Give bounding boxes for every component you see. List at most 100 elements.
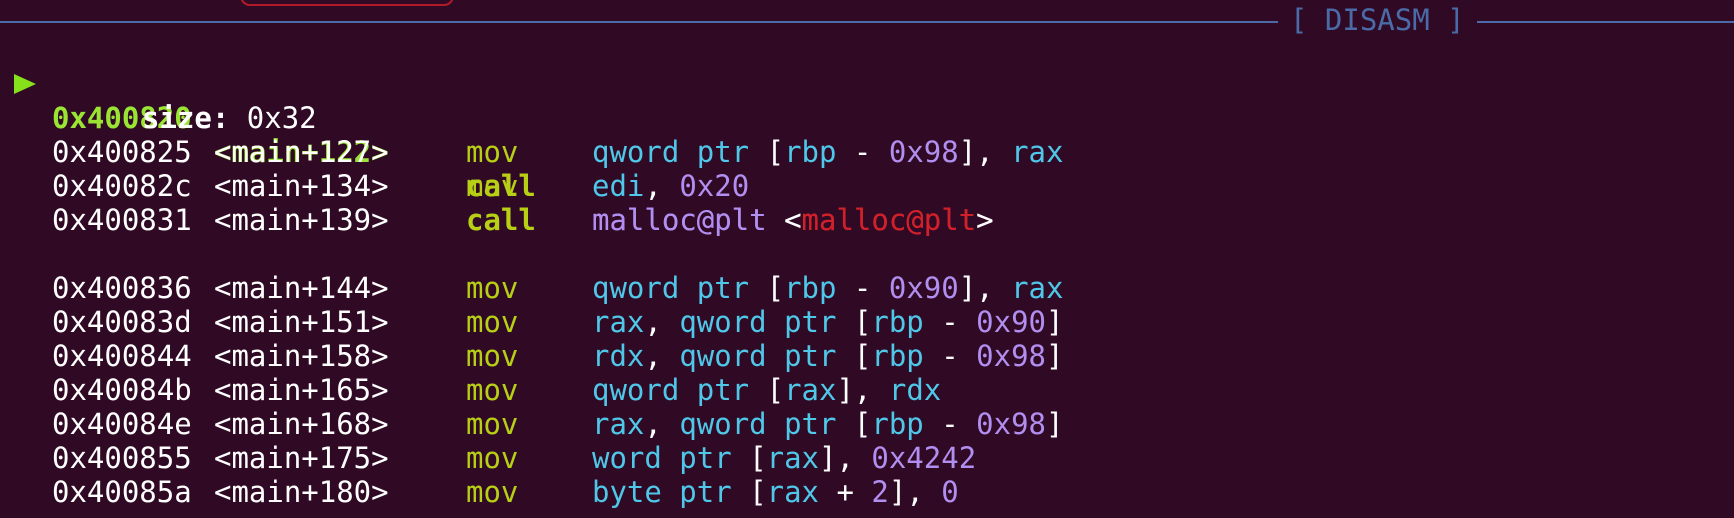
instruction-address: 0x400855 [52, 441, 192, 475]
instruction-mnemonic: mov [466, 305, 519, 339]
operand-token: - [923, 339, 977, 373]
operand-token: 0x90 [888, 271, 959, 305]
instruction-mnemonic: call [466, 203, 536, 237]
operand-token: rax [1011, 271, 1064, 305]
operand-token: ] [1046, 339, 1064, 373]
operand-token: rbp [871, 339, 924, 373]
operand-token: qword ptr [592, 271, 767, 305]
instruction-symbol: <main+127> [214, 135, 389, 169]
operand-token: 0x4242 [871, 441, 977, 475]
instruction-symbol: <main+180> [214, 475, 389, 509]
operand-token: 0 [941, 475, 959, 509]
operand-token: rbp [784, 271, 837, 305]
operand-token: ], [958, 271, 1012, 305]
operand-token: [ [766, 271, 785, 305]
instruction-symbol: <main+151> [214, 305, 389, 339]
instruction-address: 0x400836 [52, 271, 192, 305]
instruction-symbol: <main+158> [214, 339, 389, 373]
instruction-line: 0x40083d <main+151> mov rax, qword ptr [rbp… [0, 305, 1734, 339]
instruction-mnemonic: mov [466, 169, 519, 203]
operand-token: [ [749, 475, 767, 509]
operand-token: ] [1046, 305, 1064, 339]
instruction-operands: edi, 0x20 [592, 169, 749, 203]
operand-token: rdx [888, 373, 942, 407]
instruction-operands: qword ptr [rbp - 0x98], rax [592, 135, 1063, 169]
operand-token: , [644, 169, 680, 203]
operand-token: qword ptr [679, 339, 854, 373]
instruction-line: 0x40084b <main+165> mov qword ptr [rax], rd… [0, 373, 1734, 407]
operand-token: byte ptr [592, 475, 750, 509]
instruction-address: 0x40085a [52, 475, 192, 509]
operand-token: 0x98 [976, 407, 1047, 441]
instruction-symbol: <main+175> [214, 441, 389, 475]
operand-token: rax [592, 407, 645, 441]
arg-label: size: [142, 101, 230, 135]
instruction-mnemonic: mov [466, 373, 519, 407]
instruction-operands: word ptr [rax], 0x4242 [592, 441, 976, 475]
arg-value: 0x32 [246, 101, 317, 135]
operand-token: > [976, 203, 994, 237]
instruction-line: 0x400831 <main+139> call malloc@plt <malloc… [0, 203, 1734, 237]
terminal-window: [ DISASM ] 0x400820 <main+122> call mall… [0, 0, 1734, 518]
operand-token: [ [853, 407, 872, 441]
operand-token: 0x98 [888, 135, 959, 169]
instruction-address: 0x40084b [52, 373, 192, 407]
previous-section-border [240, 0, 454, 6]
operand-token: qword ptr [592, 135, 767, 169]
operand-token: rax [592, 305, 645, 339]
operand-token: edi [592, 169, 645, 203]
instruction-address: 0x40084e [52, 407, 192, 441]
operand-token: [ [749, 441, 767, 475]
instruction-symbol: <main+168> [214, 407, 389, 441]
operand-token: , [644, 407, 680, 441]
operand-token: ], [958, 135, 1012, 169]
operand-token: malloc@plt [801, 203, 977, 237]
instruction-operands: malloc@plt <malloc@plt> [592, 203, 994, 237]
operand-token: , [644, 339, 680, 373]
operand-token: 0x98 [976, 339, 1047, 373]
operand-token: malloc@plt [592, 203, 785, 237]
operand-token: 2 [871, 475, 889, 509]
instruction-line: 0x400836 <main+144> mov qword ptr [rbp - 0x… [0, 271, 1734, 305]
instruction-operands: qword ptr [rbp - 0x90], rax [592, 271, 1063, 305]
operand-token: - [923, 305, 977, 339]
call-argument: size: 0x32 [142, 101, 317, 135]
operand-token: [ [766, 373, 785, 407]
operand-token: qword ptr [592, 373, 767, 407]
operand-token: rbp [871, 407, 924, 441]
instruction-mnemonic: mov [466, 407, 519, 441]
operand-token: + [819, 475, 872, 509]
operand-token: 0x90 [976, 305, 1047, 339]
instruction-operands: rax, qword ptr [rbp - 0x90] [592, 305, 1063, 339]
instruction-address: 0x400844 [52, 339, 192, 373]
operand-token: rdx [592, 339, 645, 373]
operand-token: qword ptr [679, 305, 854, 339]
instruction-line: 0x40085a <main+180> mov byte ptr [rax + 2],… [0, 475, 1734, 509]
operand-token: [ [853, 339, 872, 373]
operand-token: qword ptr [679, 407, 854, 441]
instruction-line: 0x400844 <main+158> mov rdx, qword ptr [rbp… [0, 339, 1734, 373]
instruction-operands: rax, qword ptr [rbp - 0x98] [592, 407, 1063, 441]
operand-token: , [644, 305, 680, 339]
instruction-address: 0x40082c [52, 169, 192, 203]
instruction-operands: byte ptr [rax + 2], 0 [592, 475, 959, 509]
operand-token: rbp [871, 305, 924, 339]
instruction-symbol: <main+139> [214, 203, 389, 237]
operand-token: - [836, 135, 889, 169]
instruction-operands: rdx, qword ptr [rbp - 0x98] [592, 339, 1063, 373]
operand-token: [ [853, 305, 872, 339]
operand-token: 0x20 [679, 169, 750, 203]
instruction-mnemonic: mov [466, 441, 519, 475]
operand-token: [ [766, 135, 785, 169]
operand-token: - [923, 407, 977, 441]
instruction-mnemonic: mov [466, 271, 519, 305]
instruction-operands: qword ptr [rax], rdx [592, 373, 941, 407]
instruction-symbol: <main+144> [214, 271, 389, 305]
operand-token: rax [1011, 135, 1064, 169]
operand-token: ], [819, 441, 872, 475]
current-instruction-line: 0x400820 <main+122> call malloc@plt <mal… [0, 33, 1734, 237]
operand-token: rbp [784, 135, 837, 169]
operand-token: - [836, 271, 889, 305]
instruction-mnemonic: mov [466, 135, 519, 169]
instruction-mnemonic: mov [466, 339, 519, 373]
